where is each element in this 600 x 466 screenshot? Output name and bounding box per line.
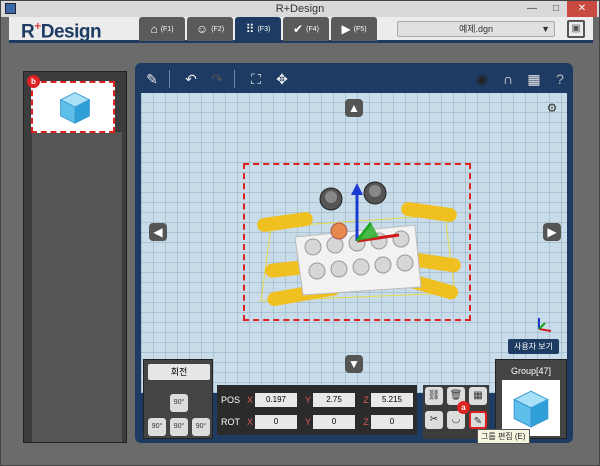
link-icon[interactable]: ⛓ — [425, 387, 443, 405]
robot-model[interactable] — [251, 175, 465, 315]
save-button[interactable]: ▣ — [567, 20, 585, 38]
play-icon: ▶ — [341, 22, 351, 36]
tab-design[interactable]: ⠿ (F3) — [235, 17, 281, 41]
view-mode-label[interactable]: 사용자 보기 — [507, 339, 559, 354]
rotate-z-button[interactable]: 90° — [170, 418, 188, 436]
pos-x-field[interactable]: 0.197 — [255, 393, 297, 407]
center-view-icon[interactable]: ✥ — [271, 68, 293, 90]
app-window: R+Design — □ ✕ R+Design ⌂ (F1) ☺ (F2) ⠿ (F3… — [0, 0, 600, 466]
file-name: 예제.dgn — [458, 24, 494, 34]
transform-fields: POS X 0.197 Y 2.75 Z 5.215 ROT X0 Y0 Z0 — [217, 385, 417, 435]
app-icon — [5, 3, 16, 14]
maximize-button[interactable]: □ — [545, 1, 567, 17]
pan-up-button[interactable]: ▲ — [345, 99, 363, 117]
rot-row: ROT X0 Y0 Z0 — [221, 413, 419, 431]
user-icon: ☺ — [195, 22, 209, 36]
rotation-title: 회전 — [148, 364, 210, 380]
file-select[interactable]: 예제.dgn ▼ — [397, 21, 555, 37]
rot-label: ROT — [221, 417, 240, 427]
fit-view-icon[interactable]: ⛶ — [245, 68, 267, 90]
close-button[interactable]: ✕ — [567, 1, 597, 17]
pos-label: POS — [221, 395, 241, 405]
toolbar-divider — [234, 70, 235, 88]
rot-x-field[interactable]: 0 — [255, 415, 297, 429]
pos-z-field[interactable]: 5.215 — [371, 393, 413, 407]
3d-viewport[interactable]: ▲ ◀ ▶ ▼ ⚙ 사용자 보기 — [141, 93, 567, 393]
pos-y-field[interactable]: 2.75 — [313, 393, 355, 407]
group-panel: Group[47] — [495, 359, 567, 439]
pan-left-button[interactable]: ◀ — [149, 223, 167, 241]
redo-icon[interactable]: ↷ — [206, 68, 228, 90]
toolbar-divider — [169, 70, 170, 88]
window-title: R+Design — [275, 3, 325, 15]
home-icon: ⌂ — [150, 22, 158, 36]
cube-icon — [59, 92, 91, 124]
rot-y-field[interactable]: 0 — [313, 415, 355, 429]
magnet-icon[interactable]: ∩ — [497, 68, 519, 90]
tab-play[interactable]: ▶ (F5) — [331, 17, 377, 41]
pos-row: POS X 0.197 Y 2.75 Z 5.215 — [221, 391, 419, 409]
title-bar: R+Design — □ ✕ — [1, 1, 599, 17]
minimize-button[interactable]: — — [521, 1, 543, 17]
snap-icon[interactable]: ✎ — [141, 68, 163, 90]
design-workspace: ✎ ↶ ↷ ⛶ ✥ ◉ ∩ ▦ ? ▲ ◀ ▶ ▼ ⚙ 사용자 보기 회전 90… — [135, 63, 573, 443]
chevron-down-icon: ▼ — [541, 24, 550, 34]
grid-icon[interactable]: ▦ — [469, 387, 487, 405]
viewport-toolbar: ✎ ↶ ↷ ⛶ ✥ ◉ ∩ ▦ ? — [137, 65, 571, 93]
axis-gizmo-icon — [538, 318, 552, 332]
tab-user[interactable]: ☺ (F2) — [187, 17, 233, 41]
grid-toggle-icon[interactable]: ▦ — [523, 68, 545, 90]
camera-settings-icon[interactable]: ⚙ — [541, 97, 563, 119]
rotate-x-button[interactable]: 90° — [148, 418, 166, 436]
eye-icon[interactable]: ◉ — [471, 68, 493, 90]
rot-z-field[interactable]: 0 — [371, 415, 413, 429]
annotation-badge-b: b — [27, 75, 40, 88]
sidebar-list — [32, 132, 122, 442]
mode-tabs: ⌂ (F1) ☺ (F2) ⠿ (F3) ✔ (F4) ▶ (F5) — [139, 17, 379, 41]
group-edit-icon[interactable]: ✎ — [469, 411, 487, 429]
unlink-icon[interactable]: ✂ — [425, 411, 443, 429]
logo: R+Design — [21, 19, 102, 43]
tab-check[interactable]: ✔ (F4) — [283, 17, 329, 41]
app-header: R+Design ⌂ (F1) ☺ (F2) ⠿ (F3) ✔ (F4) ▶ (F5) 예… — [9, 17, 593, 43]
rotation-panel: 회전 90° 90° 90° 90° — [143, 359, 213, 439]
annotation-badge-a: a — [457, 401, 470, 414]
tab-home[interactable]: ⌂ (F1) — [139, 17, 185, 41]
group-title: Group[47] — [510, 366, 552, 376]
group-edit-tooltip: 그룹 편집 (E) — [477, 429, 530, 444]
check-icon: ✔ — [293, 22, 304, 36]
cube-icon — [513, 390, 549, 428]
pan-right-button[interactable]: ▶ — [543, 223, 561, 241]
group-thumbnail[interactable] — [31, 81, 115, 133]
undo-icon[interactable]: ↶ — [180, 68, 202, 90]
grid-icon: ⠿ — [245, 22, 255, 36]
rotate-w-button[interactable]: 90° — [192, 418, 210, 436]
group-preview[interactable] — [502, 380, 560, 436]
help-icon[interactable]: ? — [549, 68, 571, 90]
rotate-y-button[interactable]: 90° — [170, 394, 188, 412]
